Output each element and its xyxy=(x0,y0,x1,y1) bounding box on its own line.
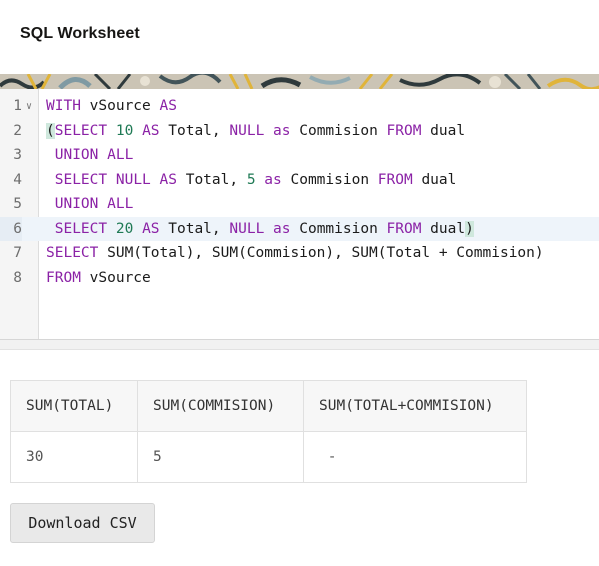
line-number: 8 xyxy=(13,269,22,286)
column-header-sum-total: SUM(TOTAL) xyxy=(10,380,138,432)
column-header-sum-total-commision: SUM(TOTAL+COMMISION) xyxy=(303,380,527,432)
sql-token: Total, xyxy=(159,122,230,139)
editor-divider xyxy=(0,340,599,350)
sql-number: 5 xyxy=(246,171,256,188)
code-line[interactable]: 7 SELECT SUM(Total), SUM(Commision), SUM(… xyxy=(0,241,599,266)
sql-keyword: WITH xyxy=(46,98,81,114)
matched-bracket: ) xyxy=(465,220,474,237)
code-line[interactable]: 2 (SELECT 10 AS Total, NULL as Commision … xyxy=(0,119,599,144)
code-line[interactable]: 8 FROM vSource xyxy=(0,266,599,291)
sql-token: dual xyxy=(412,171,457,188)
code-text: FROM vSource xyxy=(46,266,151,291)
line-number: 2 xyxy=(13,122,22,139)
sql-keyword: AS xyxy=(159,171,177,188)
code-line[interactable]: 6 SELECT 20 AS Total, NULL as Commision … xyxy=(0,216,599,242)
code-text: SELECT NULL AS Total, 5 as Commision FRO… xyxy=(46,168,457,193)
table-cell: - xyxy=(303,431,527,483)
sql-keyword: NULL xyxy=(229,122,265,139)
chevron-down-icon[interactable]: ∨ xyxy=(26,95,32,120)
sql-token: vSource xyxy=(80,269,151,286)
sql-number: 20 xyxy=(115,220,134,237)
code-line[interactable]: 4 SELECT NULL AS Total, 5 as Commision F… xyxy=(0,168,599,193)
sql-token: Total, xyxy=(159,220,230,237)
line-number: 4 xyxy=(13,171,22,188)
code-text: WITH vSource AS xyxy=(46,94,177,119)
sql-keyword: AS xyxy=(142,122,160,139)
line-number: 6 xyxy=(0,216,22,241)
code-text: (SELECT 10 AS Total, NULL as Commision F… xyxy=(46,119,465,144)
sql-token: dual xyxy=(421,122,466,139)
sql-editor[interactable]: 1 ∨ WITH vSource AS 2 (SELECT 10 AS Total, N… xyxy=(0,89,599,340)
code-line[interactable]: 1 ∨ WITH vSource AS xyxy=(0,94,599,119)
sql-token: SUM(Total), SUM(Commision), SUM(Total + … xyxy=(98,245,544,261)
sql-token: vSource xyxy=(80,98,160,114)
sql-keyword: AS xyxy=(142,220,160,237)
sql-keyword: SELECT xyxy=(54,122,108,139)
results-table: SUM(TOTAL) SUM(COMMISION) SUM(TOTAL+COMM… xyxy=(10,380,527,483)
sql-keyword: as xyxy=(264,171,282,188)
sql-keyword: UNION ALL xyxy=(54,147,134,163)
sql-keyword: FROM xyxy=(46,269,81,286)
sql-keyword: NULL xyxy=(229,220,265,237)
sql-keyword: SELECT xyxy=(54,220,108,237)
line-number: 5 xyxy=(13,196,22,212)
code-text: UNION ALL xyxy=(46,143,134,168)
sql-token: Total, xyxy=(176,171,247,188)
table-cell: 5 xyxy=(137,431,304,483)
line-number: 3 xyxy=(13,147,22,163)
line-number: 7 xyxy=(13,245,22,261)
page-title: SQL Worksheet xyxy=(20,25,140,42)
sql-keyword: SELECT xyxy=(46,245,99,261)
line-number: 1 xyxy=(13,98,22,114)
table-header-row: SUM(TOTAL) SUM(COMMISION) SUM(TOTAL+COMM… xyxy=(10,380,527,432)
sql-keyword: NULL xyxy=(115,171,151,188)
table-row: 30 5 - xyxy=(10,431,527,483)
table-cell: 30 xyxy=(10,431,138,483)
worksheet-header: SQL Worksheet xyxy=(0,0,599,74)
sql-number: 10 xyxy=(115,122,134,139)
sql-keyword: as xyxy=(273,122,291,139)
code-text: SELECT SUM(Total), SUM(Commision), SUM(T… xyxy=(46,241,544,266)
sql-keyword: FROM xyxy=(386,122,422,139)
matched-bracket: ( xyxy=(46,122,55,139)
sql-token: dual xyxy=(421,220,466,237)
sql-keyword: SELECT xyxy=(54,171,108,188)
sql-token: Commision xyxy=(281,171,378,188)
banner-pattern xyxy=(0,74,599,89)
code-line[interactable]: 3 UNION ALL xyxy=(0,143,599,168)
sql-keyword: FROM xyxy=(386,220,422,237)
code-line[interactable]: 5 UNION ALL xyxy=(0,192,599,217)
sql-keyword: UNION ALL xyxy=(54,196,134,212)
sql-keyword: AS xyxy=(159,98,177,114)
sql-token: Commision xyxy=(290,122,387,139)
code-text: UNION ALL xyxy=(46,192,134,217)
sql-keyword: as xyxy=(273,220,291,237)
decorative-banner xyxy=(0,74,599,89)
sql-keyword: FROM xyxy=(377,171,413,188)
code-text: SELECT 20 AS Total, NULL as Commision FR… xyxy=(46,217,474,242)
sql-token: Commision xyxy=(290,220,387,237)
download-csv-button[interactable]: Download CSV xyxy=(10,503,155,543)
column-header-sum-commision: SUM(COMMISION) xyxy=(137,380,304,432)
